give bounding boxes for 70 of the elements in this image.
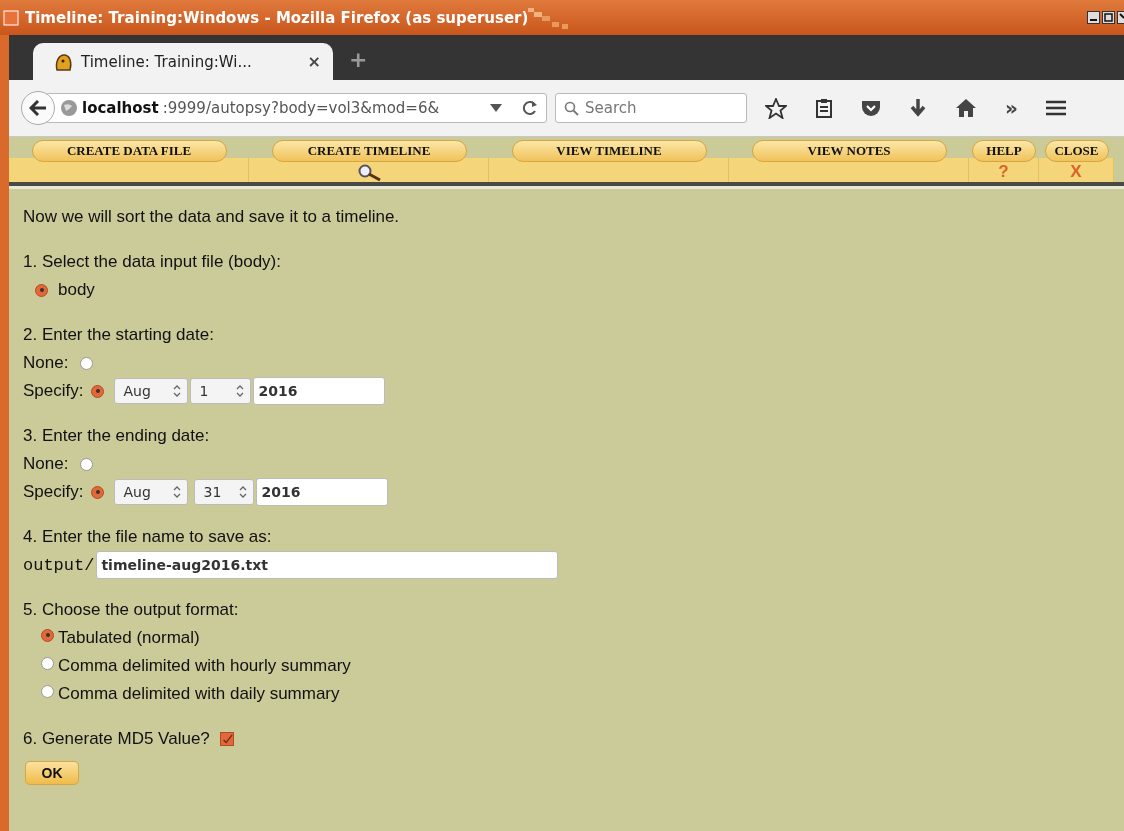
step-heading: 4. Enter the file name to save as: xyxy=(23,527,272,547)
radio-button[interactable] xyxy=(41,628,54,642)
step-heading: 1. Select the data input file (body): xyxy=(23,252,281,272)
maximize-icon[interactable] xyxy=(1102,11,1115,24)
radio-button[interactable] xyxy=(91,384,105,398)
radio-button[interactable] xyxy=(35,283,48,297)
url-field[interactable]: localhost :9999/autopsy?body=vol3&mod=6& xyxy=(47,93,547,123)
checkbox[interactable] xyxy=(219,732,234,746)
form-label: None: xyxy=(23,353,69,373)
radio-button[interactable] xyxy=(80,356,94,370)
search-placeholder: Search xyxy=(585,99,637,117)
path-prefix: output/ xyxy=(23,555,95,575)
year-field[interactable]: 2016 xyxy=(256,478,389,506)
minimize-icon[interactable] xyxy=(1087,11,1100,24)
window-icon xyxy=(3,9,19,26)
url-path: :9999/autopsy?body=vol3&mod=6& xyxy=(162,99,441,117)
nav-button[interactable]: CREATE TIMELINE xyxy=(271,140,467,162)
form-label: Specify: xyxy=(23,381,84,401)
option-label: Tabulated (normal) xyxy=(58,628,200,648)
radio-button[interactable] xyxy=(80,457,94,471)
overflow-button[interactable]: » xyxy=(1005,96,1018,120)
spinner-field[interactable]: Aug xyxy=(114,479,189,505)
nav-button[interactable]: VIEW TIMELINE xyxy=(511,140,707,162)
menu-icon[interactable] xyxy=(1045,100,1066,116)
radio-button[interactable] xyxy=(91,485,105,499)
option-label: Comma delimited with hourly summary xyxy=(58,656,351,676)
nav-button[interactable]: CLOSE xyxy=(1044,140,1109,162)
close-icon[interactable] xyxy=(1117,11,1124,24)
ok-button[interactable]: OK xyxy=(25,761,79,785)
spinner-arrows-icon xyxy=(173,384,182,398)
tab-title: Timeline: Training:Wi... xyxy=(81,52,252,71)
nav-button[interactable]: HELP xyxy=(972,140,1036,162)
step-heading: 3. Enter the ending date: xyxy=(23,426,210,446)
spinner-field[interactable]: Aug xyxy=(114,378,189,404)
browser-tab[interactable]: Timeline: Training:Wi... × xyxy=(33,43,333,80)
spinner-field[interactable]: 1 xyxy=(190,378,252,404)
radio-button[interactable] xyxy=(41,656,54,670)
search-icon xyxy=(564,100,579,116)
spinner-arrows-icon xyxy=(239,485,248,499)
clipboard-icon[interactable] xyxy=(815,98,833,118)
home-icon[interactable] xyxy=(955,98,977,118)
search-field[interactable]: Search xyxy=(555,93,747,123)
intro-text: Now we will sort the data and save it to a timeline. xyxy=(23,207,400,227)
form-label: None: xyxy=(23,454,69,474)
dropdown-caret-icon[interactable] xyxy=(490,104,502,112)
back-arrow-icon xyxy=(29,100,47,116)
back-button[interactable] xyxy=(21,91,55,125)
pocket-icon[interactable] xyxy=(861,99,881,117)
radio-button[interactable] xyxy=(41,684,54,698)
hound-logo-icon xyxy=(53,51,73,72)
star-icon[interactable] xyxy=(765,97,787,119)
file-name-field[interactable]: timeline-aug2016.txt xyxy=(96,551,559,579)
download-icon[interactable] xyxy=(909,98,927,118)
step-heading: 2. Enter the starting date: xyxy=(23,325,214,345)
tab-close-button[interactable]: × xyxy=(307,52,321,71)
nav-button[interactable]: VIEW NOTES xyxy=(751,140,947,162)
step-heading: 5. Choose the output format: xyxy=(23,600,239,620)
step-heading: 6. Generate MD5 Value? xyxy=(23,729,210,749)
year-field[interactable]: 2016 xyxy=(253,377,386,405)
option-label: body xyxy=(58,280,95,300)
url-host: localhost xyxy=(82,99,159,117)
option-label: Comma delimited with daily summary xyxy=(58,684,340,704)
spinner-arrows-icon xyxy=(236,384,245,398)
spinner-field[interactable]: 31 xyxy=(194,479,255,505)
new-tab-button[interactable]: + xyxy=(349,47,368,72)
globe-icon xyxy=(60,99,78,117)
window-title: Timeline: Training:Windows - Mozilla Firefox (as superuser) xyxy=(25,8,529,27)
form-label: Specify: xyxy=(23,482,84,502)
nav-button[interactable]: CREATE DATA FILE xyxy=(31,140,227,162)
spinner-arrows-icon xyxy=(173,485,182,499)
